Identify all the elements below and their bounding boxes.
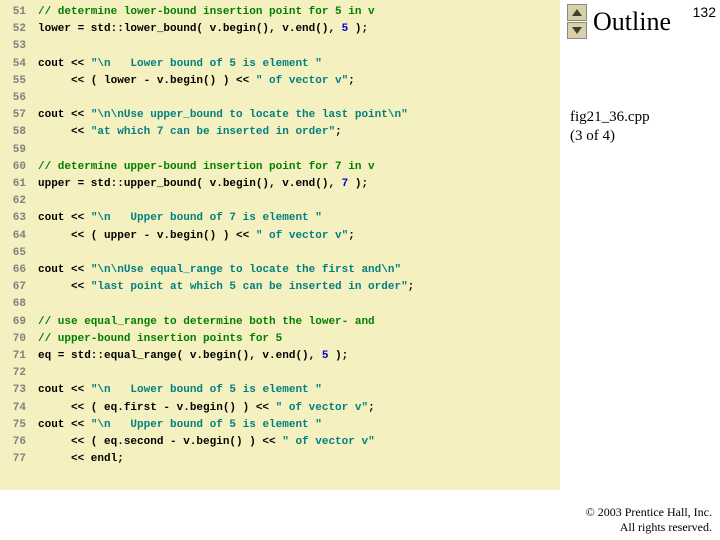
file-label: fig21_36.cpp (3 of 4)	[570, 108, 650, 146]
chevron-up-icon	[572, 9, 582, 16]
nav-buttons	[567, 4, 587, 39]
outline-title: Outline	[593, 7, 671, 37]
copyright-line1: © 2003 Prentice Hall, Inc.	[586, 505, 712, 519]
file-name: fig21_36.cpp	[570, 109, 650, 125]
copyright-line2: All rights reserved.	[620, 520, 712, 534]
nav-up-button[interactable]	[567, 4, 587, 21]
slide-number: 132	[693, 4, 716, 20]
copyright: © 2003 Prentice Hall, Inc. All rights re…	[586, 505, 712, 534]
file-part: (3 of 4)	[570, 128, 615, 144]
nav-down-button[interactable]	[567, 22, 587, 39]
chevron-down-icon	[572, 27, 582, 34]
code-panel: 51// determine lower-bound insertion poi…	[0, 0, 560, 490]
